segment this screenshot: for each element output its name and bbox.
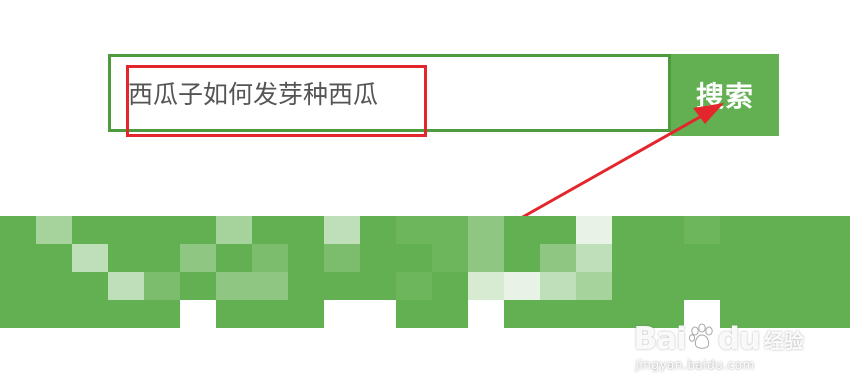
mosaic-cell [252,300,288,328]
mosaic-cell [108,216,144,244]
mosaic-cell [396,300,432,328]
mosaic-cell [396,272,432,300]
mosaic-cell [576,244,612,272]
mosaic-cell [504,300,540,328]
mosaic-cell [360,216,396,244]
mosaic-cell [648,244,684,272]
mosaic-cell [360,272,396,300]
mosaic-cell [0,216,36,244]
mosaic-cell [108,272,144,300]
mosaic-cell [792,244,828,272]
pixelated-content [0,216,850,328]
mosaic-cell [612,272,648,300]
mosaic-cell [216,244,252,272]
mosaic-cell [432,216,468,244]
mosaic-cell [432,272,468,300]
mosaic-cell [576,216,612,244]
watermark-logo-left: Bai [633,321,687,357]
mosaic-cell [108,244,144,272]
mosaic-cell [396,244,432,272]
mosaic-cell [180,272,216,300]
mosaic-cell [216,272,252,300]
mosaic-cell [252,244,288,272]
mosaic-cell [684,272,720,300]
mosaic-cell [288,244,324,272]
mosaic-cell [540,244,576,272]
mosaic-cell [252,216,288,244]
baidu-paw-icon [687,322,717,356]
mosaic-cell [576,300,612,328]
mosaic-cell [720,216,756,244]
mosaic-cell [324,300,360,328]
mosaic-cell [756,272,792,300]
mosaic-cell [72,216,108,244]
mosaic-cell [540,216,576,244]
mosaic-cell [828,272,850,300]
mosaic-cell [216,300,252,328]
mosaic-cell [684,244,720,272]
mosaic-cell [72,300,108,328]
mosaic-cell [36,272,72,300]
mosaic-cell [828,300,850,328]
mosaic-cell [540,272,576,300]
mosaic-cell [360,300,396,328]
watermark-url: jingyan.baidu.com [635,358,755,372]
mosaic-cell [288,300,324,328]
mosaic-cell [180,300,216,328]
mosaic-cell [612,244,648,272]
mosaic-cell [180,216,216,244]
mosaic-cell [180,244,216,272]
mosaic-cell [324,216,360,244]
mosaic-cell [648,272,684,300]
mosaic-cell [756,244,792,272]
mosaic-cell [504,244,540,272]
mosaic-cell [684,216,720,244]
mosaic-cell [144,300,180,328]
mosaic-cell [792,272,828,300]
mosaic-cell [252,272,288,300]
mosaic-cell [324,272,360,300]
mosaic-cell [36,244,72,272]
mosaic-cell [0,300,36,328]
mosaic-cell [828,244,850,272]
mosaic-cell [0,272,36,300]
mosaic-cell [432,244,468,272]
mosaic-cell [108,300,144,328]
mosaic-cell [648,216,684,244]
mosaic-cell [432,300,468,328]
mosaic-cell [756,216,792,244]
mosaic-cell [576,272,612,300]
mosaic-cell [360,244,396,272]
mosaic-cell [144,216,180,244]
mosaic-cell [0,244,36,272]
mosaic-cell [792,216,828,244]
mosaic-cell [828,216,850,244]
mosaic-cell [144,272,180,300]
mosaic-cell [288,272,324,300]
mosaic-cell [720,272,756,300]
mosaic-cell [720,244,756,272]
mosaic-cell [72,272,108,300]
mosaic-cell [540,300,576,328]
mosaic-cell [468,244,504,272]
mosaic-cell [468,272,504,300]
baidu-jingyan-watermark: Bai du 经验 jingyan.baidu.com [634,321,804,372]
mosaic-cell [288,216,324,244]
watermark-product: 经验 [764,328,804,353]
mosaic-cell [36,216,72,244]
mosaic-cell [612,216,648,244]
mosaic-cell [144,244,180,272]
mosaic-cell [72,244,108,272]
mosaic-cell [324,244,360,272]
mosaic-cell [504,216,540,244]
mosaic-cell [216,216,252,244]
mosaic-cell [504,272,540,300]
mosaic-cell [36,300,72,328]
mosaic-cell [468,300,504,328]
watermark-logo-right: du [717,321,761,357]
mosaic-cell [396,216,432,244]
mosaic-cell [468,216,504,244]
